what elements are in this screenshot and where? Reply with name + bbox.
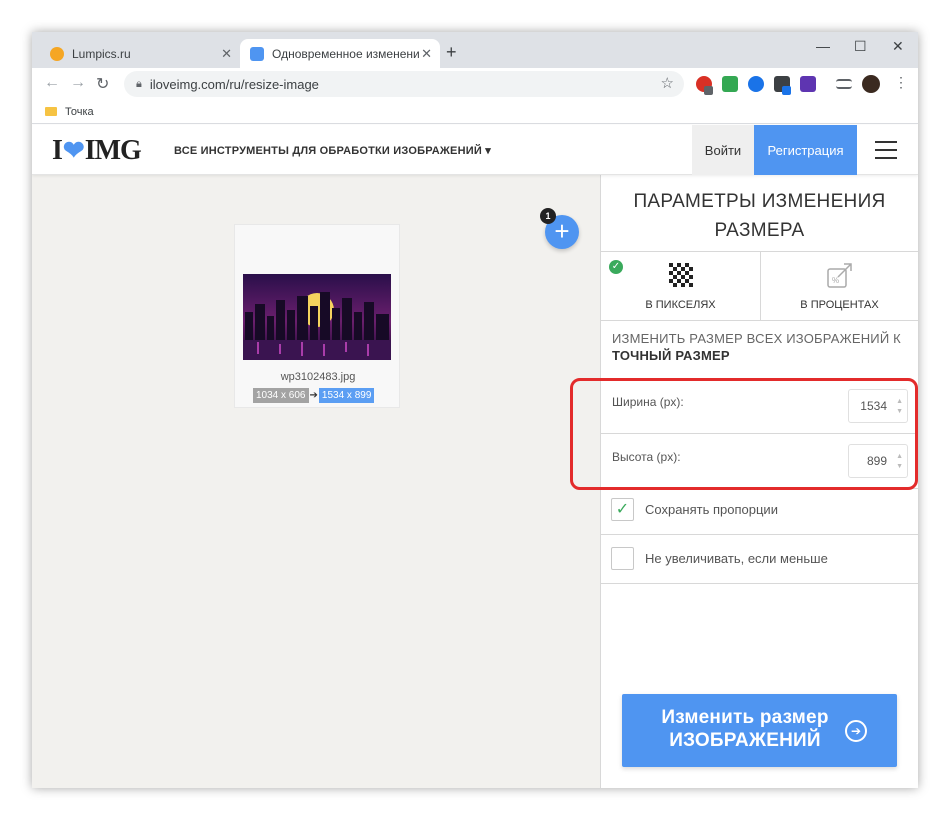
music-extension-icon[interactable] (722, 76, 738, 92)
no-enlarge-checkbox[interactable] (611, 547, 634, 570)
bookmarks-bar: Точка (32, 100, 918, 124)
all-tools-label: ВСЕ ИНСТРУМЕНТЫ ДЛЯ ОБРАБОТКИ ИЗОБРАЖЕНИ… (174, 145, 482, 157)
image-thumbnail (243, 274, 391, 360)
site-header: I ❤ IMG ВСЕ ИНСТРУМЕНТЫ ДЛЯ ОБРАБОТКИ ИЗ… (32, 125, 918, 175)
address-bar[interactable]: 🔒︎ iloveimg.com/ru/resize-image ☆ (124, 71, 684, 97)
bookmark-star-icon[interactable]: ☆ (661, 74, 674, 92)
reload-icon[interactable]: ↻ (96, 74, 109, 94)
browser-window: Lumpics.ru ✕ Одновременное изменение ра … (32, 32, 918, 788)
file-count-badge: 1 (540, 208, 556, 224)
svg-text:%: % (832, 276, 839, 285)
height-row: Высота (px): 899 ▲ ▼ (601, 434, 918, 489)
new-size-badge: 1534 x 899 (318, 388, 375, 403)
globe-extension-icon[interactable] (748, 76, 764, 92)
back-icon[interactable]: ← (44, 74, 60, 92)
extension-badge-icon (782, 86, 791, 95)
close-tab-icon[interactable]: ✕ (421, 46, 432, 62)
tab-title: Lumpics.ru (72, 46, 131, 61)
width-input[interactable]: 1534 ▲ ▼ (848, 389, 908, 423)
spinner-arrows-icon[interactable]: ▲ ▼ (896, 397, 903, 417)
tab-strip: Lumpics.ru ✕ Одновременное изменение ра … (32, 32, 918, 68)
height-label: Высота (px): (612, 450, 681, 464)
close-window-icon[interactable]: ✕ (892, 38, 904, 55)
menu-dots-icon[interactable]: ⋮ (894, 74, 908, 91)
iloveimg-favicon-icon (250, 46, 264, 61)
extension-badge-icon (704, 86, 713, 95)
tab-pixels-label: В ПИКСЕЛЯХ (645, 299, 716, 311)
sidebar-title: ПАРАМЕТРЫ ИЗМЕНЕНИЯ РАЗМЕРА (633, 191, 886, 241)
dimension-inputs: Ширина (px): 1534 ▲ ▼ Высота (px): 899 ▲ ▼ (601, 379, 918, 489)
url-text: iloveimg.com/ru/resize-image (149, 76, 319, 92)
login-button[interactable]: Войти (692, 125, 754, 175)
spinner-arrows-icon[interactable]: ▲ ▼ (896, 452, 903, 472)
height-input[interactable]: 899 ▲ ▼ (848, 444, 908, 478)
resize-images-label: Изменить размер ИЗОБРАЖЕНИЙ (640, 706, 850, 752)
caret-down-icon: ▾ (485, 145, 491, 157)
resize-description: ИЗМЕНИТЬ РАЗМЕР ВСЕХ ИЗОБРАЖЕНИЙ К ТОЧНЫ… (612, 330, 901, 364)
register-button[interactable]: Регистрация (754, 125, 857, 175)
file-name: wp3102483.jpg (280, 371, 356, 383)
percent-resize-icon: % (826, 263, 852, 288)
tab-iloveimg[interactable]: Одновременное изменение ра ✕ (240, 39, 440, 68)
pixels-icon (668, 263, 693, 287)
file-workspace: wp3102483.jpg 1034 x 606 ➔ 1534 x 899 + … (32, 175, 600, 788)
bookmark-item[interactable]: Точка (65, 106, 94, 118)
width-row: Ширина (px): 1534 ▲ ▼ (601, 379, 918, 434)
resize-description-line1: ИЗМЕНИТЬ РАЗМЕР ВСЕХ ИЗОБРАЖЕНИЙ К (612, 331, 901, 346)
avatar[interactable] (862, 75, 880, 93)
iloveimg-logo[interactable]: I ❤ IMG (52, 135, 142, 167)
size-change: 1034 x 606 ➔ 1534 x 899 (253, 388, 375, 403)
maximize-icon[interactable]: ☐ (854, 38, 867, 55)
resize-description-line2: ТОЧНЫЙ РАЗМЕР (612, 348, 730, 363)
no-enlarge-row: Не увеличивать, если меньше (601, 535, 918, 584)
logo-text-right: IMG (84, 135, 142, 166)
check-circle-icon: ✓ (609, 260, 623, 274)
minimize-icon[interactable]: — (816, 38, 830, 54)
width-label: Ширина (px): (612, 395, 684, 409)
height-value: 899 (866, 454, 887, 468)
folder-icon (45, 107, 57, 116)
playlist-icon[interactable] (836, 79, 852, 89)
tab-pixels[interactable]: ✓ В ПИКСЕЛЯХ (601, 252, 760, 321)
keep-ratio-row: ✓ Сохранять пропорции (601, 486, 918, 535)
no-enlarge-label: Не увеличивать, если меньше (645, 551, 828, 566)
tab-percent[interactable]: % В ПРОЦЕНТАХ (760, 252, 918, 321)
arrow-right-icon: ➔ (309, 390, 318, 401)
resize-images-button[interactable]: Изменить размер ИЗОБРАЖЕНИЙ ➔ (622, 694, 897, 767)
options-sidebar: ПАРАМЕТРЫ ИЗМЕНЕНИЯ РАЗМЕРА ✓ В ПИКСЕЛЯХ (600, 175, 918, 788)
keep-ratio-checkbox[interactable]: ✓ (611, 498, 634, 521)
all-tools-menu[interactable]: ВСЕ ИНСТРУМЕНТЫ ДЛЯ ОБРАБОТКИ ИЗОБРАЖЕНИ… (174, 144, 491, 157)
submit-line1: Изменить размер (661, 707, 829, 728)
ad-extension-icon[interactable] (800, 76, 816, 92)
browser-toolbar: ← → ↻ 🔒︎ iloveimg.com/ru/resize-image ☆ … (32, 68, 918, 100)
tab-percent-label: В ПРОЦЕНТАХ (800, 299, 879, 311)
keep-ratio-label: Сохранять пропорции (645, 502, 778, 517)
lumpics-favicon-icon (50, 46, 64, 61)
new-tab-icon[interactable]: + (446, 42, 457, 63)
heart-icon: ❤ (62, 136, 85, 165)
forward-icon[interactable]: → (70, 74, 86, 92)
original-size-badge: 1034 x 606 (253, 388, 309, 403)
lock-icon: 🔒︎ (136, 77, 142, 90)
tab-title: Одновременное изменение ра (272, 46, 420, 61)
resize-mode-tabs: ✓ В ПИКСЕЛЯХ % В ПРОЦЕНТАХ (601, 251, 918, 321)
close-tab-icon[interactable]: ✕ (221, 46, 232, 62)
width-value: 1534 (860, 399, 887, 413)
submit-line2: ИЗОБРАЖЕНИЙ (669, 730, 821, 751)
logo-text-left: I (52, 135, 63, 166)
file-card[interactable]: wp3102483.jpg 1034 x 606 ➔ 1534 x 899 (234, 224, 400, 408)
tab-lumpics[interactable]: Lumpics.ru ✕ (40, 39, 240, 68)
hamburger-menu-icon[interactable] (875, 141, 897, 159)
arrow-circle-right-icon: ➔ (845, 720, 867, 742)
